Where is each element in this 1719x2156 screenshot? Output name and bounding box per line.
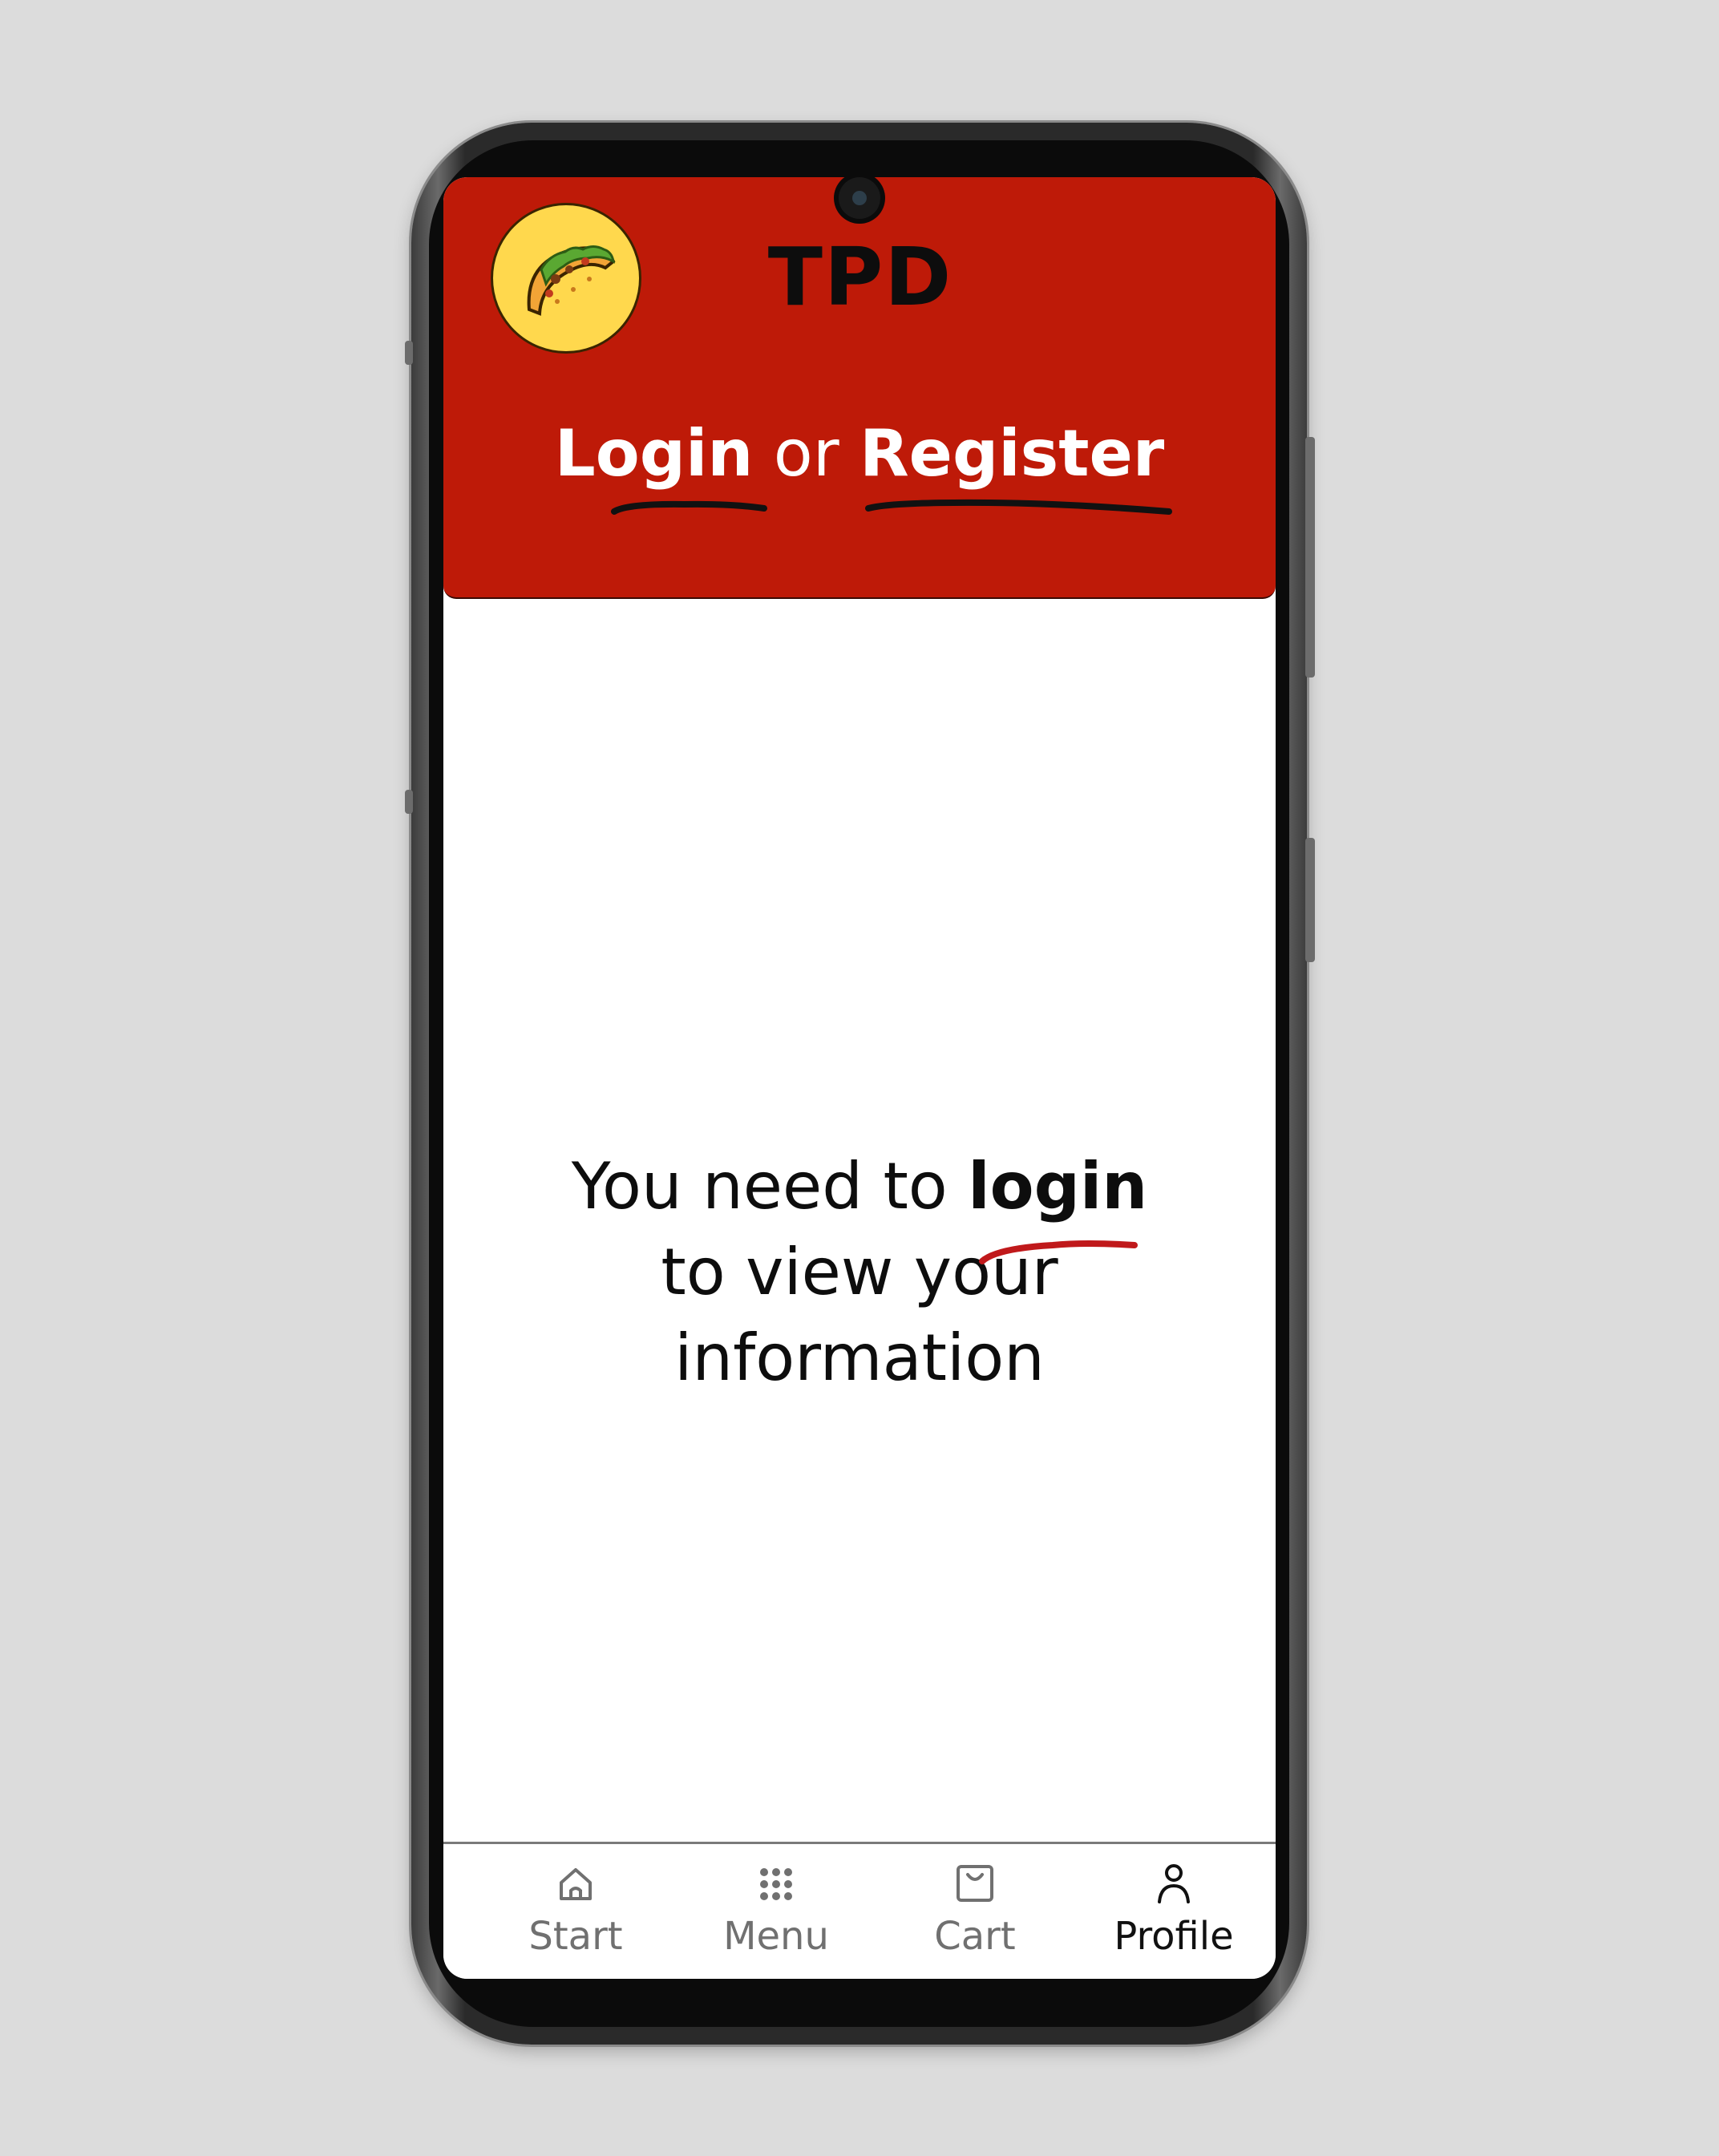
bottom-navigation: Start Menu Cart Profile <box>443 1842 1276 1979</box>
home-icon <box>560 1868 592 1900</box>
nav-label-menu: Menu <box>723 1914 829 1959</box>
nav-item-start[interactable]: Start <box>475 1844 676 1979</box>
volume-up-button <box>1305 437 1315 678</box>
message-text-1: You need to <box>571 1149 969 1224</box>
taco-logo[interactable] <box>491 203 641 354</box>
front-camera <box>839 177 880 219</box>
login-underline-decoration <box>979 1240 1138 1264</box>
brand-logo: TPD <box>767 230 953 324</box>
left-side-button <box>405 341 413 365</box>
bag-icon <box>957 1865 993 1902</box>
app-screen: TPD Login or Register You need to login … <box>443 177 1276 1979</box>
auth-or-text: or <box>773 416 839 491</box>
power-button <box>1305 838 1315 962</box>
nav-item-profile[interactable]: Profile <box>1074 1844 1274 1979</box>
nav-label-profile: Profile <box>1114 1914 1234 1959</box>
message-line-1: You need to login <box>443 1143 1276 1229</box>
grid-dots-icon <box>760 1868 792 1900</box>
taco-icon <box>527 245 616 316</box>
message-login-word: login <box>968 1149 1148 1224</box>
auth-underline-decoration <box>611 499 1172 515</box>
message-line-3: information <box>674 1321 1045 1395</box>
login-link[interactable]: Login <box>555 416 754 491</box>
app-header: TPD Login or Register <box>443 177 1276 599</box>
auth-title: Login or Register <box>443 414 1276 494</box>
left-side-button-2 <box>405 790 413 814</box>
login-required-message: You need to login to view your informati… <box>443 1143 1276 1401</box>
nav-label-cart: Cart <box>934 1914 1016 1959</box>
nav-item-cart[interactable]: Cart <box>875 1844 1075 1979</box>
user-icon <box>1158 1864 1190 1903</box>
register-link[interactable]: Register <box>860 416 1164 491</box>
nav-item-menu[interactable]: Menu <box>676 1844 876 1979</box>
nav-label-start: Start <box>528 1914 623 1959</box>
